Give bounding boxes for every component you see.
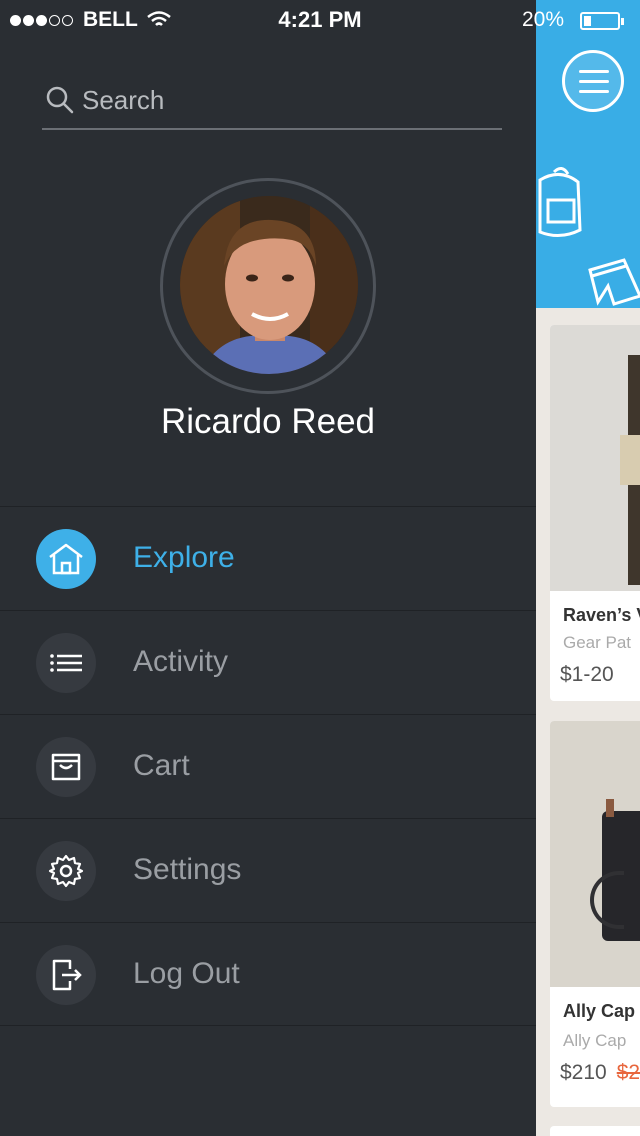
product-card[interactable] (550, 1126, 640, 1136)
product-card[interactable]: Ally Cap Ally Cap $210 $2 (550, 721, 640, 1107)
logout-icon (36, 945, 96, 1005)
product-price: $210 $2 (560, 1061, 640, 1085)
home-icon (36, 529, 96, 589)
battery-icon (580, 12, 624, 30)
menu-label: Activity (133, 645, 229, 678)
shorts-illustration-icon (588, 258, 640, 306)
product-image (550, 325, 640, 591)
menu-item-activity[interactable]: Activity (0, 610, 536, 714)
product-title: Ally Cap (563, 1001, 636, 1021)
price-value: $210 (560, 1061, 607, 1084)
list-icon (36, 633, 96, 693)
main-content-pane: Raven’s V Gear Pat $1-20 Ally Cap Ally C… (536, 0, 640, 1136)
menu-label: Log Out (133, 957, 240, 990)
backpack-illustration-icon (538, 167, 582, 237)
menu-item-settings[interactable]: Settings (0, 818, 536, 922)
hamburger-menu-button[interactable] (562, 50, 624, 112)
product-price: $1-20 (560, 663, 614, 687)
status-bar: BELL 4:21 PM 20% (0, 0, 640, 40)
menu-label: Settings (133, 853, 242, 886)
menu-label: Cart (133, 749, 190, 782)
product-image (550, 721, 640, 987)
product-brand: Ally Cap (563, 1031, 627, 1050)
product-brand: Gear Pat (563, 633, 632, 652)
menu-item-logout[interactable]: Log Out (0, 922, 536, 1026)
old-price: $2 (616, 1061, 640, 1084)
price-value: $1-20 (560, 663, 614, 686)
nav-menu: Explore Activity Cart Settings Log Out (0, 506, 536, 1026)
avatar[interactable] (180, 196, 358, 374)
product-card[interactable]: Raven’s V Gear Pat $1-20 (550, 325, 640, 701)
gear-icon (36, 841, 96, 901)
menu-item-explore[interactable]: Explore (0, 506, 536, 610)
menu-label: Explore (133, 541, 235, 574)
search-placeholder: Search (82, 85, 165, 115)
search-icon (46, 86, 74, 114)
bag-icon (36, 737, 96, 797)
header-banner (536, 0, 640, 308)
side-menu: Search Ricardo Reed Explore Activity Car… (0, 0, 536, 1136)
battery-percent: 20% (522, 8, 565, 31)
product-title: Raven’s V (563, 605, 640, 625)
menu-item-cart[interactable]: Cart (0, 714, 536, 818)
search-field[interactable]: Search (42, 80, 502, 130)
user-name: Ricardo Reed (161, 402, 375, 441)
